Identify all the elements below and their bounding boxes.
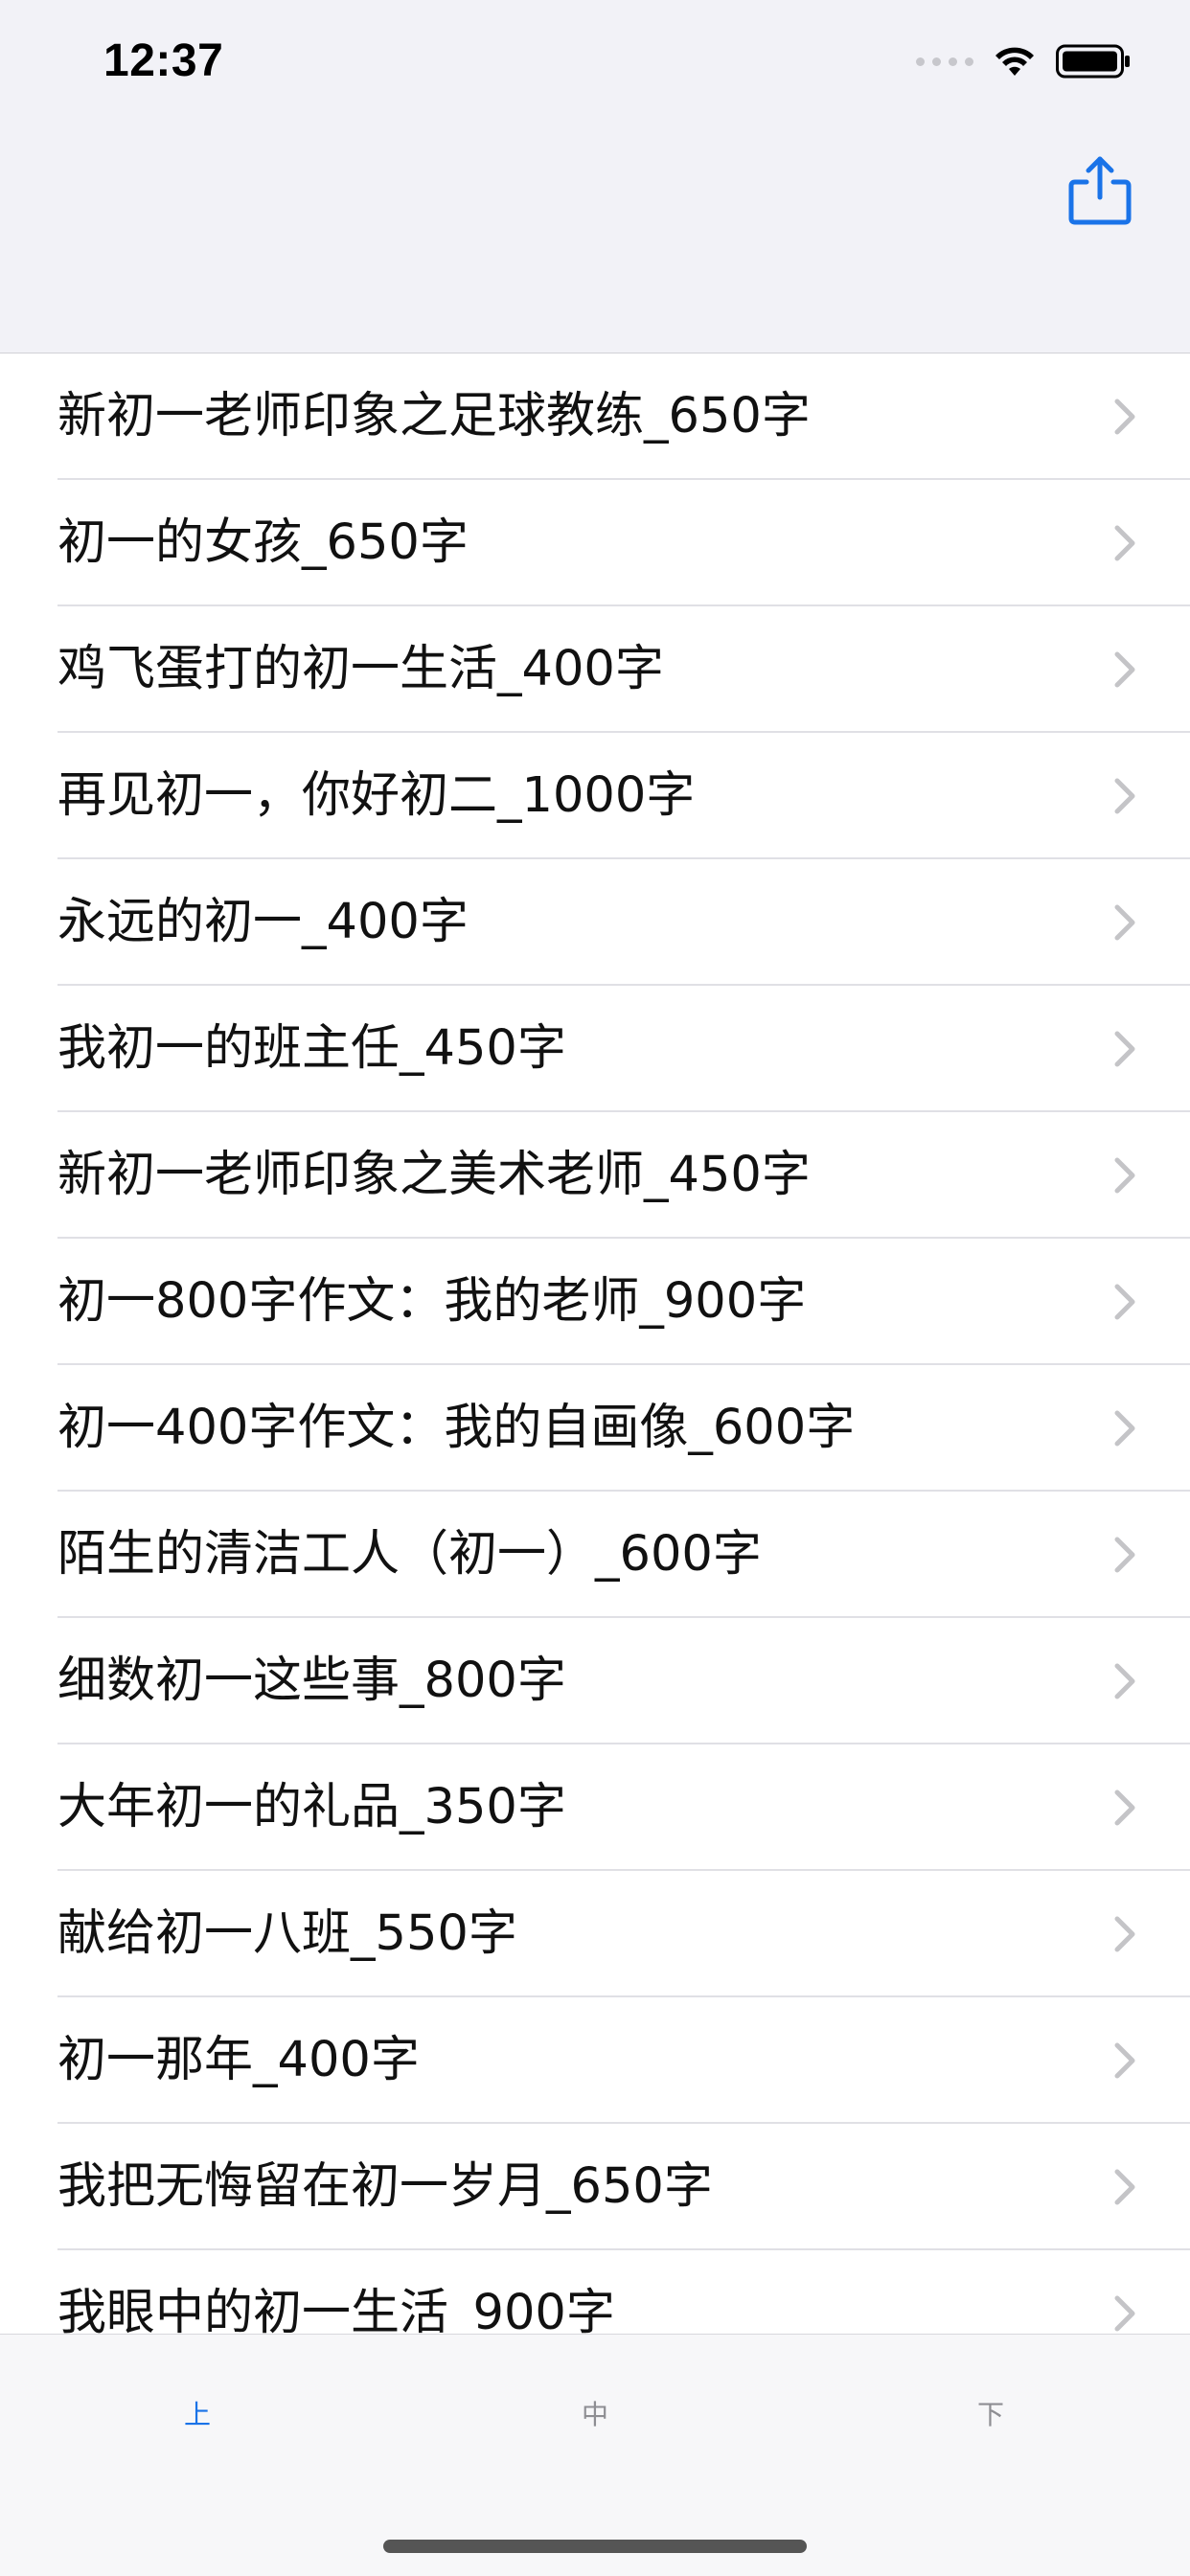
chevron-right-icon <box>1114 2295 1135 2332</box>
chevron-right-icon <box>1114 1031 1135 1067</box>
list-item-label: 再见初一，你好初二_1000字 <box>57 767 696 824</box>
chevron-right-icon <box>1114 1663 1135 1699</box>
chevron-right-icon <box>1114 1284 1135 1320</box>
chevron-right-icon <box>1114 1790 1135 1826</box>
list-item-label: 我初一的班主任_450字 <box>57 1020 566 1077</box>
chevron-right-icon <box>1114 1410 1135 1447</box>
status-time: 12:37 <box>103 35 224 86</box>
status-bar: 12:37 <box>0 0 1190 134</box>
chevron-right-icon <box>1114 525 1135 561</box>
list-item[interactable]: 初一400字作文：我的自画像_600字 <box>0 1365 1190 1492</box>
chevron-right-icon <box>1114 778 1135 814</box>
chevron-right-icon <box>1114 2169 1135 2205</box>
list-item-label: 初一的女孩_650字 <box>57 514 469 571</box>
list-item-label: 初一400字作文：我的自画像_600字 <box>57 1400 856 1456</box>
list-item-label: 鸡飞蛋打的初一生活_400字 <box>57 641 664 697</box>
chevron-right-icon <box>1114 651 1135 688</box>
status-icons <box>916 44 1133 79</box>
list-item-label: 陌生的清洁工人（初一）_600字 <box>57 1526 762 1583</box>
list-item[interactable]: 我把无悔留在初一岁月_650字 <box>0 2124 1190 2250</box>
list-item[interactable]: 陌生的清洁工人（初一）_600字 <box>0 1492 1190 1618</box>
navigation-bar <box>0 134 1190 353</box>
list-item-label: 新初一老师印象之美术老师_450字 <box>57 1147 811 1203</box>
list-item-label: 大年初一的礼品_350字 <box>57 1779 566 1835</box>
list-item[interactable]: 初一的女孩_650字 <box>0 480 1190 606</box>
list-item[interactable]: 新初一老师印象之足球教练_650字 <box>0 353 1190 480</box>
list-item-label: 我把无悔留在初一岁月_650字 <box>57 2158 713 2215</box>
chevron-right-icon <box>1114 1916 1135 1952</box>
list-item-label: 我眼中的初一生活_900字 <box>57 2285 615 2334</box>
list-item[interactable]: 初一那年_400字 <box>0 1997 1190 2124</box>
wifi-icon <box>995 47 1034 76</box>
list-item[interactable]: 鸡飞蛋打的初一生活_400字 <box>0 606 1190 733</box>
list-item[interactable]: 初一800字作文：我的老师_900字 <box>0 1239 1190 1365</box>
list-item[interactable]: 献给初一八班_550字 <box>0 1871 1190 1997</box>
list-item[interactable]: 永远的初一_400字 <box>0 859 1190 986</box>
tab-upper[interactable]: 上 <box>102 2394 293 2432</box>
chevron-right-icon <box>1114 2042 1135 2079</box>
list-item[interactable]: 细数初一这些事_800字 <box>0 1618 1190 1744</box>
list-item-label: 新初一老师印象之足球教练_650字 <box>57 388 811 445</box>
chevron-right-icon <box>1114 399 1135 435</box>
essay-list: 新初一老师印象之足球教练_650字 初一的女孩_650字鸡飞蛋打的初一生活_400… <box>0 353 1190 2334</box>
signal-icon <box>916 57 973 66</box>
list-item-label: 永远的初一_400字 <box>57 894 469 950</box>
list-item-label: 献给初一八班_550字 <box>57 1905 517 1962</box>
tab-middle[interactable]: 中 <box>499 2394 691 2432</box>
battery-icon <box>1056 44 1130 79</box>
chevron-right-icon <box>1114 1537 1135 1573</box>
chevron-right-icon <box>1114 1157 1135 1194</box>
list-item-label: 细数初一这些事_800字 <box>57 1653 566 1709</box>
home-indicator <box>383 2540 807 2553</box>
list-item[interactable]: 再见初一，你好初二_1000字 <box>0 733 1190 859</box>
list-item-label: 初一800字作文：我的老师_900字 <box>57 1273 807 1330</box>
list-item[interactable]: 我初一的班主任_450字 <box>0 986 1190 1112</box>
chevron-right-icon <box>1114 904 1135 941</box>
share-icon[interactable] <box>1065 153 1134 226</box>
list-item[interactable]: 新初一老师印象之美术老师_450字 <box>0 1112 1190 1239</box>
tab-bar: 上 中 下 <box>0 2334 1190 2576</box>
tab-lower[interactable]: 下 <box>895 2394 1087 2432</box>
list-item[interactable]: 大年初一的礼品_350字 <box>0 1744 1190 1871</box>
list-item[interactable]: 我眼中的初一生活_900字 <box>0 2250 1190 2334</box>
list-item-label: 初一那年_400字 <box>57 2032 420 2088</box>
